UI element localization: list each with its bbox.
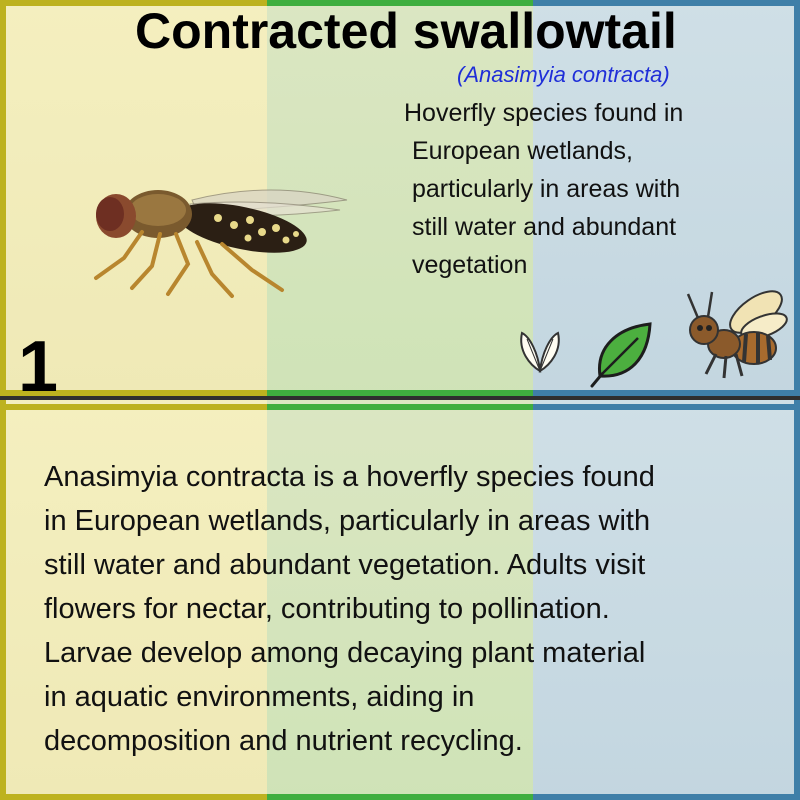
short-description-line: Hoverfly species found in	[404, 99, 684, 127]
long-description-line: Anasimyia contracta is a hoverfly specie…	[44, 461, 655, 493]
frame-bottom-top-blue	[533, 404, 800, 410]
frame-right	[794, 0, 800, 400]
frame-bottom-yellow	[0, 794, 267, 800]
short-description-line: vegetation	[412, 251, 528, 279]
frame-bottom-top-yellow	[0, 404, 267, 410]
card-number: 1	[18, 327, 59, 400]
frame-bottom-green	[267, 794, 533, 800]
long-description: Anasimyia contracta is a hoverfly specie…	[44, 455, 764, 763]
long-description-line: still water and abundant vegetation. Adu…	[44, 549, 646, 581]
scientific-name: (Anasimyia contracta)	[457, 62, 670, 87]
species-card: Contracted swallowtail (Anasimyia contra…	[0, 0, 800, 800]
long-description-line: decomposition and nutrient recycling.	[44, 725, 523, 757]
long-description-line: Larvae develop among decaying plant mate…	[44, 637, 646, 669]
short-description-line: still water and abundant	[412, 213, 677, 241]
card-top-panel: Contracted swallowtail (Anasimyia contra…	[0, 0, 800, 400]
long-description-line: in aquatic environments, aiding in	[44, 681, 475, 713]
short-description-line: particularly in areas with	[412, 175, 681, 203]
long-description-line: in European wetlands, particularly in ar…	[44, 505, 651, 537]
bee-icon	[686, 290, 788, 379]
frame-left	[0, 0, 6, 400]
frame-bottom-right	[794, 400, 800, 800]
frame-bottom-top-green	[267, 404, 533, 410]
leaf-icon	[590, 322, 652, 388]
frame-bottom-blue	[533, 794, 800, 800]
frame-bottom-left	[0, 400, 6, 800]
card-title: Contracted swallowtail	[135, 3, 677, 59]
hoverfly-illustration	[94, 189, 348, 298]
wings-icon	[520, 331, 560, 373]
long-description-line: flowers for nectar, contributing to poll…	[44, 593, 610, 625]
short-description: Hoverfly species found in European wetla…	[404, 94, 794, 284]
short-description-line: European wetlands,	[412, 137, 633, 165]
